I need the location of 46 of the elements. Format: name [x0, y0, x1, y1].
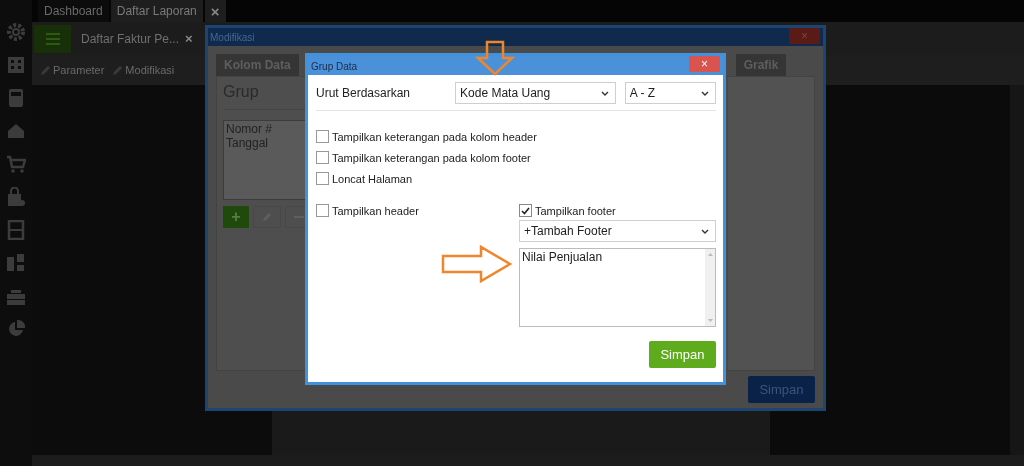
report-tab-title: Daftar Faktur Pe... [81, 31, 180, 46]
add-button[interactable]: + [223, 206, 249, 228]
calc-icon[interactable] [6, 88, 26, 108]
cabinet-icon[interactable] [6, 220, 26, 240]
down-arrow-icon [475, 40, 515, 76]
checkbox-label: Loncat Halaman [332, 172, 413, 185]
scroll-up-icon[interactable] [707, 253, 713, 256]
sort-field-select[interactable]: Kode Mata Uang [455, 82, 616, 104]
checkbox-label: Tampilkan header [332, 204, 419, 217]
scroll-down-icon[interactable] [707, 319, 713, 322]
app-tab[interactable]: Daftar Laporan [110, 0, 203, 22]
save-button[interactable]: Simpan [649, 341, 716, 368]
cart-icon[interactable] [6, 154, 26, 174]
close-tab-button[interactable]: × [204, 0, 226, 22]
checkbox[interactable] [316, 130, 329, 143]
scrollbar[interactable] [705, 249, 715, 326]
toolbar-button[interactable]: Parameter [40, 64, 105, 76]
close-report-button[interactable]: × [185, 31, 193, 46]
checkbox[interactable] [316, 151, 329, 164]
checkbox[interactable] [316, 204, 329, 217]
checkbox-label: Tampilkan keterangan pada kolom footer [332, 151, 531, 164]
right-arrow-icon [441, 244, 513, 284]
chevron-down-icon [600, 90, 609, 96]
add-footer-select[interactable]: +Tambah Footer [519, 220, 716, 242]
checkbox-label: Tampilkan footer [535, 204, 616, 217]
menu-icon [45, 32, 60, 45]
dialog-title: Modifikasi [210, 31, 255, 43]
chevron-down-icon [701, 90, 709, 96]
app-tab[interactable]: Dashboard [38, 0, 109, 22]
checkbox-label: Tampilkan keterangan pada kolom header [332, 130, 537, 143]
grid-icon[interactable] [6, 253, 26, 273]
footer-list[interactable]: Nilai Penjualan [519, 248, 716, 327]
chevron-down-icon [701, 228, 709, 234]
sort-label: Urut Berdasarkan [316, 86, 412, 100]
toolbar-button[interactable]: Modifikasi [112, 64, 175, 76]
checkbox[interactable] [316, 172, 329, 185]
close-button[interactable]: × [689, 56, 720, 72]
building-icon[interactable] [6, 55, 26, 75]
pencil-icon [40, 64, 51, 76]
pie-icon[interactable] [6, 319, 26, 339]
pencil-icon [112, 64, 124, 76]
dialog-title: Grup Data [311, 61, 358, 74]
menu-button[interactable] [34, 24, 71, 53]
settings-icon[interactable] [6, 22, 26, 42]
sort-order-select[interactable]: A - Z [624, 82, 716, 104]
checkbox[interactable] [519, 204, 532, 217]
